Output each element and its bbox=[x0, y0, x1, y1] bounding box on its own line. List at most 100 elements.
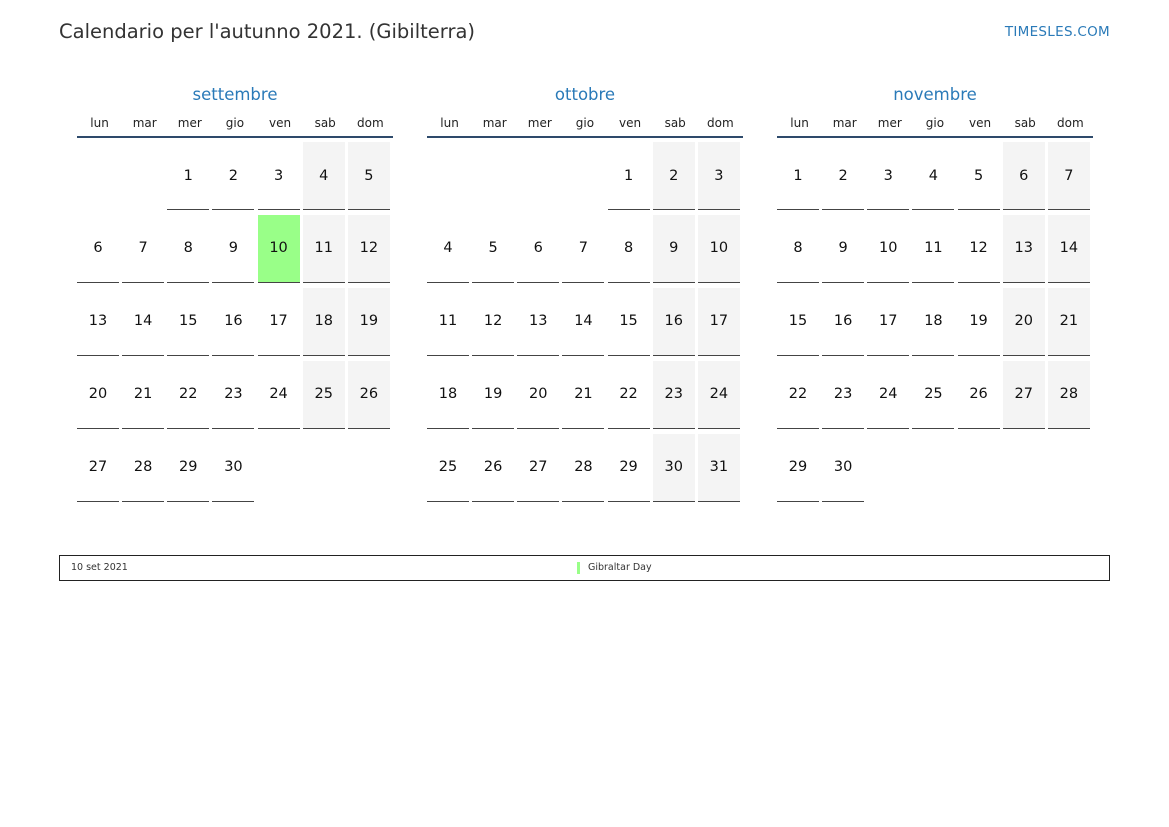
day-cell: 5 bbox=[472, 215, 515, 283]
day-cell: 2 bbox=[212, 142, 255, 210]
day-cell: 21 bbox=[1047, 287, 1090, 356]
day-cell: 11 bbox=[302, 214, 345, 283]
day-cell: 20 bbox=[517, 361, 560, 429]
day-cell: 23 bbox=[212, 361, 255, 429]
weekday-label: mar bbox=[832, 116, 857, 130]
weekday-header: lun mar mer gio ven sab dom bbox=[777, 110, 1093, 138]
weekday-label: sab bbox=[314, 116, 336, 130]
day-cell: 12 bbox=[472, 288, 515, 356]
weekday-header: lun mar mer gio ven sab dom bbox=[77, 110, 393, 138]
weekday-label: gio bbox=[925, 116, 945, 130]
legend-holiday-name: Gibraltar Day bbox=[577, 562, 652, 574]
day-cell: 16 bbox=[652, 287, 695, 356]
day-cell: 3 bbox=[697, 142, 740, 210]
day-cell: 29 bbox=[777, 434, 819, 502]
day-cell: 24 bbox=[867, 361, 910, 429]
day-cell: 23 bbox=[822, 361, 865, 429]
day-cell: 29 bbox=[167, 434, 210, 502]
day-cell: 18 bbox=[302, 287, 345, 356]
day-cell: 27 bbox=[77, 434, 119, 502]
day-cell: 20 bbox=[1002, 287, 1045, 356]
day-cell: 8 bbox=[607, 215, 650, 283]
site-link[interactable]: TIMESLES.COM bbox=[1005, 24, 1110, 40]
day-cell: 4 bbox=[302, 142, 345, 210]
day-cell: 15 bbox=[777, 288, 819, 356]
weekday-label: dom bbox=[706, 116, 734, 130]
day-grid: 1 2 3 4 5 6 7 8 9 10 11 12 13 14 15 16 17 18 19 20 21 22 23 24 2… bbox=[77, 138, 393, 508]
day-cell: 7 bbox=[562, 215, 605, 283]
weekday-label: mer bbox=[527, 116, 552, 130]
day-cell: 11 bbox=[912, 215, 955, 283]
day-grid: 1 2 3 4 5 6 7 8 9 10 11 12 13 14 15 16 17 18 19 20 21 22 23 24 2… bbox=[777, 138, 1093, 508]
day-cell: 16 bbox=[212, 288, 255, 356]
day-cell: 25 bbox=[912, 361, 955, 429]
legend-date: 10 set 2021 bbox=[71, 562, 128, 573]
day-cell: 17 bbox=[697, 287, 740, 356]
day-cell: 10 bbox=[867, 215, 910, 283]
weekday-label: sab bbox=[664, 116, 686, 130]
weekday-label: mar bbox=[132, 116, 157, 130]
day-cell: 3 bbox=[257, 142, 300, 210]
day-cell: 19 bbox=[472, 361, 515, 429]
weekday-label: gio bbox=[225, 116, 245, 130]
day-cell: 15 bbox=[167, 288, 210, 356]
month-september: settembre lun mar mer gio ven sab dom 12… bbox=[77, 82, 393, 508]
weekday-label: dom bbox=[1056, 116, 1084, 130]
day-cell: 7 bbox=[122, 215, 165, 283]
weekday-label: lun bbox=[790, 116, 809, 130]
day-cell: 11 bbox=[427, 288, 469, 356]
day-cell: 26 bbox=[957, 361, 1000, 429]
holiday-legend: 10 set 2021 Gibraltar Day bbox=[59, 555, 1110, 581]
day-cell: 6 bbox=[1002, 142, 1045, 210]
day-cell: 17 bbox=[257, 288, 300, 356]
day-cell: 22 bbox=[167, 361, 210, 429]
day-cell: 30 bbox=[652, 433, 695, 502]
day-cell: 22 bbox=[607, 361, 650, 429]
day-cell: 8 bbox=[777, 215, 819, 283]
month-name: ottobre bbox=[554, 85, 616, 104]
page-title: Calendario per l'autunno 2021. (Gibilter… bbox=[59, 20, 476, 43]
month-october: ottobre lun mar mer gio ven sab dom 1234… bbox=[427, 82, 743, 508]
month-name: settembre bbox=[192, 85, 278, 104]
day-cell: 2 bbox=[822, 142, 865, 210]
weekday-label: sab bbox=[1014, 116, 1036, 130]
day-cell: 19 bbox=[347, 287, 390, 356]
weekday-label: gio bbox=[575, 116, 595, 130]
day-cell: 1 bbox=[777, 142, 819, 210]
day-cell: 7 bbox=[1047, 142, 1090, 210]
weekday-label: dom bbox=[356, 116, 384, 130]
weekday-label: mar bbox=[482, 116, 507, 130]
day-cell: 28 bbox=[122, 434, 165, 502]
day-cell: 24 bbox=[257, 361, 300, 429]
day-grid: 1 2 3 4 5 6 7 8 9 10 11 12 13 14 15 16 17 18 19 20 21 22 23 24 2… bbox=[427, 138, 743, 508]
day-cell: 13 bbox=[517, 288, 560, 356]
day-cell: 26 bbox=[347, 360, 390, 429]
day-cell: 14 bbox=[562, 288, 605, 356]
day-cell: 18 bbox=[912, 288, 955, 356]
day-cell: 15 bbox=[607, 288, 650, 356]
day-cell: 10 bbox=[257, 214, 300, 283]
day-cell: 9 bbox=[652, 214, 695, 283]
day-cell: 1 bbox=[607, 142, 650, 210]
day-cell: 26 bbox=[472, 434, 515, 502]
day-cell: 18 bbox=[427, 361, 469, 429]
day-cell: 5 bbox=[347, 142, 390, 210]
day-cell: 10 bbox=[697, 214, 740, 283]
weekday-label: ven bbox=[269, 116, 292, 130]
day-cell: 25 bbox=[302, 360, 345, 429]
weekday-label: ven bbox=[969, 116, 992, 130]
day-cell: 29 bbox=[607, 434, 650, 502]
day-cell: 14 bbox=[122, 288, 165, 356]
day-cell: 9 bbox=[212, 215, 255, 283]
day-cell: 31 bbox=[697, 433, 740, 502]
day-cell: 22 bbox=[777, 361, 819, 429]
day-cell: 30 bbox=[212, 434, 255, 502]
day-cell: 19 bbox=[957, 288, 1000, 356]
weekday-label: mer bbox=[177, 116, 202, 130]
day-cell: 2 bbox=[652, 142, 695, 210]
day-cell: 23 bbox=[652, 360, 695, 429]
day-cell: 28 bbox=[562, 434, 605, 502]
day-cell: 14 bbox=[1047, 214, 1090, 283]
day-cell: 27 bbox=[1002, 360, 1045, 429]
day-cell: 24 bbox=[697, 360, 740, 429]
